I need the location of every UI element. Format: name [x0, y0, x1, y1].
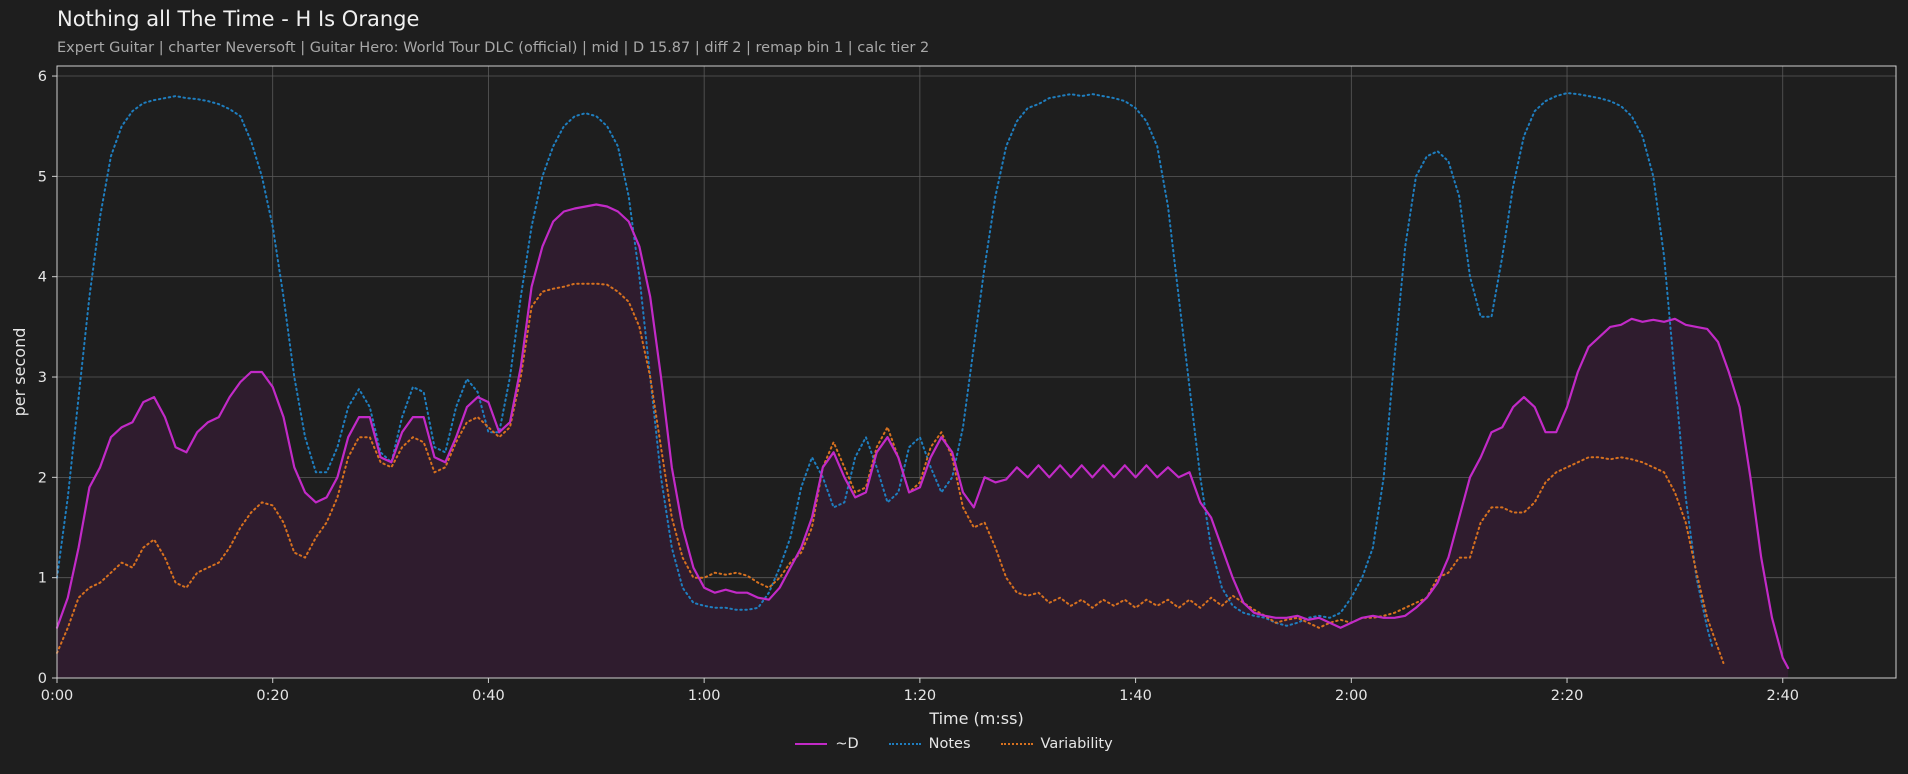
- legend-swatch-notes: [888, 743, 921, 745]
- legend: ~D Notes Variability: [0, 736, 1908, 752]
- chart: 0:00 0:20 0:40 1:00 1:20 1:40 2:00 2:20 2:40 0 1 2 3…: [10, 65, 1897, 728]
- y-tick-label: 5: [38, 169, 47, 185]
- y-tick-label: 2: [38, 470, 47, 486]
- y-tick-label: 3: [38, 370, 47, 386]
- legend-item-variability: Variability: [1000, 736, 1113, 752]
- legend-label-variability: Variability: [1040, 736, 1113, 752]
- x-tick-label: 0:40: [472, 688, 505, 704]
- x-tick-label: 0:20: [256, 688, 289, 704]
- y-tick-label: 4: [38, 270, 47, 286]
- legend-label-notes: Notes: [928, 736, 971, 752]
- legend-swatch-variability: [1000, 743, 1033, 745]
- y-tick-label: 6: [38, 69, 47, 85]
- x-tick-label: 2:00: [1335, 688, 1368, 704]
- legend-item-notes: Notes: [888, 736, 971, 752]
- x-axis-label: Time (m:ss): [928, 709, 1023, 728]
- legend-item-d: ~D: [795, 736, 859, 752]
- x-tick-label: 1:40: [1119, 688, 1152, 704]
- legend-swatch-d: [795, 743, 828, 745]
- x-tick-label: 0:00: [41, 688, 74, 704]
- x-tick-label: 2:20: [1551, 688, 1584, 704]
- y-axis-label: per second: [10, 328, 29, 417]
- y-tick-label: 0: [38, 671, 47, 687]
- y-tick-label: 1: [38, 571, 47, 587]
- x-tick-label: 2:40: [1766, 688, 1799, 704]
- legend-label-d: ~D: [835, 736, 859, 752]
- x-tick-label: 1:00: [688, 688, 721, 704]
- x-tick-label: 1:20: [904, 688, 937, 704]
